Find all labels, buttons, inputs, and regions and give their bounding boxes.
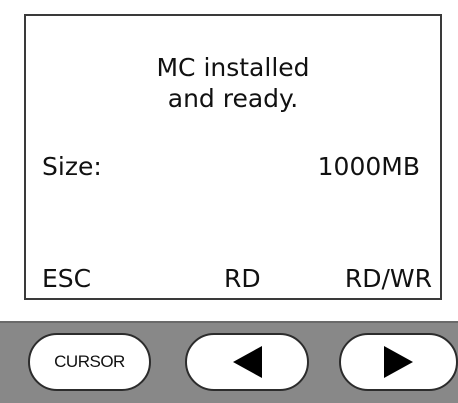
read-write-softkey[interactable]: RD/WR (345, 263, 432, 294)
read-softkey[interactable]: RD (224, 263, 261, 294)
size-label: Size: (42, 152, 102, 181)
cursor-button[interactable]: CURSOR (28, 333, 151, 391)
right-arrow-icon (384, 346, 413, 378)
size-value: 1000MB (317, 152, 420, 181)
status-message: MC installed and ready. (26, 52, 440, 114)
esc-softkey[interactable]: ESC (42, 263, 91, 294)
status-message-line-1: MC installed (156, 53, 310, 82)
status-message-line-2: and ready. (167, 84, 299, 113)
lcd-screen: MC installed and ready. Size: 1000MB ESC… (24, 14, 442, 300)
cursor-button-label: CURSOR (54, 352, 125, 371)
hardware-button-panel: CURSOR (0, 321, 458, 403)
left-arrow-icon (232, 346, 262, 378)
size-row: Size: 1000MB (42, 151, 420, 182)
left-arrow-button[interactable] (185, 333, 309, 391)
right-arrow-button[interactable] (339, 333, 458, 391)
